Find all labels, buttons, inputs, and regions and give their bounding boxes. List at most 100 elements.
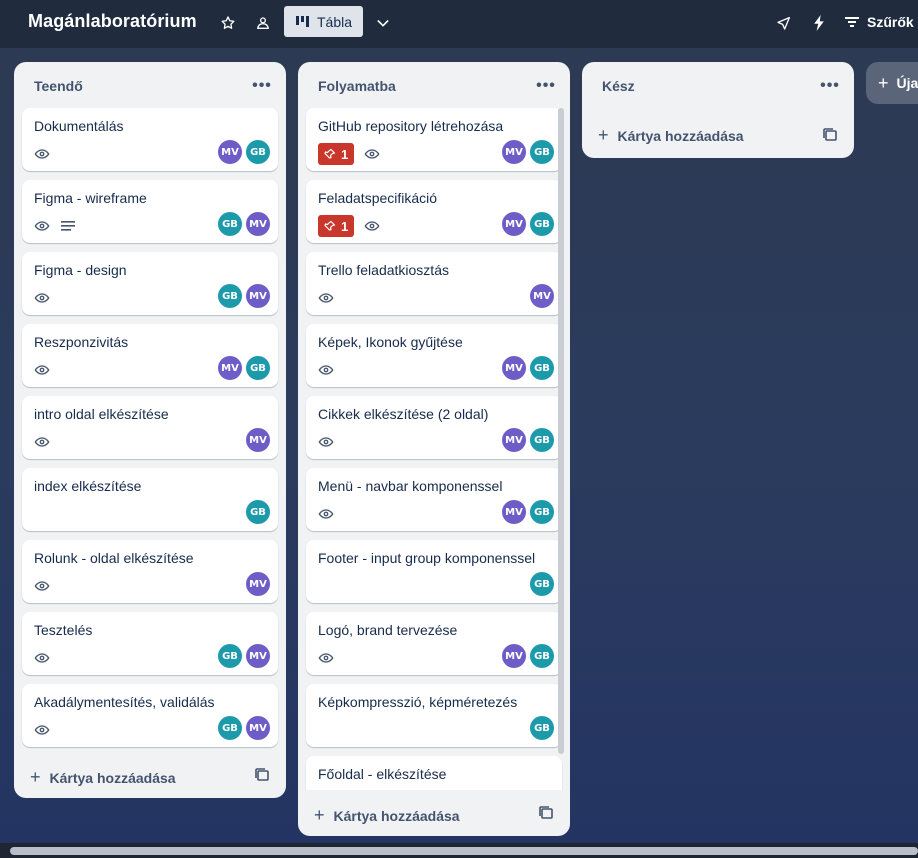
list-title[interactable]: Teendő xyxy=(34,78,83,94)
card[interactable]: Dokumentálás MV GB xyxy=(22,108,278,171)
avatar[interactable]: GB xyxy=(530,428,554,452)
card[interactable]: Footer - input group komponenssel GB xyxy=(306,540,562,603)
card-members: MV GB xyxy=(502,644,554,668)
avatar[interactable]: GB xyxy=(530,140,554,164)
avatar[interactable]: GB xyxy=(530,356,554,380)
add-card-button[interactable]: + Kártya hozzáadása xyxy=(314,805,460,826)
avatar[interactable]: GB xyxy=(218,284,242,308)
avatar[interactable]: MV xyxy=(246,212,270,236)
avatar[interactable]: MV xyxy=(502,212,526,236)
avatar[interactable]: MV xyxy=(246,572,270,596)
card-template-icon[interactable] xyxy=(822,127,838,143)
card-badges xyxy=(34,648,50,668)
avatar[interactable]: GB xyxy=(246,356,270,380)
card-members: MV GB xyxy=(502,140,554,164)
card[interactable]: Képek, Ikonok gyűjtése MV GB xyxy=(306,324,562,387)
watch-eye-icon xyxy=(34,650,50,666)
list-teendo: Teendő ••• Dokumentálás MV GB Figma - wiref… xyxy=(14,62,286,798)
card-members: GB xyxy=(246,500,270,524)
watch-eye-icon xyxy=(318,506,334,522)
card[interactable]: intro oldal elkészítése MV xyxy=(22,396,278,459)
add-card-label: Kártya hozzáadása xyxy=(333,807,460,824)
avatar[interactable]: GB xyxy=(218,716,242,740)
add-card-label: Kártya hozzáadása xyxy=(49,769,176,786)
avatar[interactable]: GB xyxy=(246,500,270,524)
avatar[interactable]: MV xyxy=(502,428,526,452)
filter-button[interactable]: Szűrők xyxy=(845,10,914,34)
avatar[interactable]: GB xyxy=(530,212,554,236)
card-title: Figma - design xyxy=(34,262,127,278)
board-title[interactable]: Magánlaboratórium xyxy=(28,11,197,32)
card-title: Feladatspecifikáció xyxy=(318,190,438,206)
card-badges xyxy=(34,576,50,596)
add-card-button[interactable]: + Kártya hozzáadása xyxy=(598,125,744,146)
card[interactable]: Feladatspecifikáció 1 MV GB xyxy=(306,180,562,243)
avatar[interactable]: MV xyxy=(218,356,242,380)
card[interactable]: Tesztelés GB MV xyxy=(22,612,278,675)
card[interactable]: Logó, brand tervezése MV GB xyxy=(306,612,562,675)
card-badges xyxy=(34,720,50,740)
board-horizontal-scrollbar[interactable] xyxy=(10,847,918,855)
avatar[interactable]: GB xyxy=(530,716,554,740)
card[interactable]: Akadálymentesítés, validálás GB MV xyxy=(22,684,278,747)
priority-badge[interactable]: 1 xyxy=(318,143,355,165)
avatar[interactable]: GB xyxy=(530,644,554,668)
workspace-icon[interactable] xyxy=(252,12,274,34)
card[interactable]: Rolunk - oldal elkészítése MV xyxy=(22,540,278,603)
card-members: GB xyxy=(530,572,554,596)
card[interactable]: Trello feladatkiosztás MV xyxy=(306,252,562,315)
add-list-label: Úja xyxy=(896,75,918,91)
avatar[interactable]: GB xyxy=(218,644,242,668)
avatar[interactable]: MV xyxy=(530,284,554,308)
card-title: Képkompresszió, képméretezés xyxy=(318,694,518,710)
avatar[interactable]: MV xyxy=(246,716,270,740)
card[interactable]: Figma - wireframe GB MV xyxy=(22,180,278,243)
list-title[interactable]: Kész xyxy=(602,78,635,94)
card-members: MV GB xyxy=(502,356,554,380)
card[interactable]: Képkompresszió, képméretezés GB xyxy=(306,684,562,747)
list-cards-scroll-area[interactable]: Folyamatba ••• GitHub repository létreho… xyxy=(298,62,570,790)
board-view-button[interactable]: Tábla xyxy=(284,6,363,37)
card-badges xyxy=(34,360,50,380)
avatar[interactable]: MV xyxy=(246,428,270,452)
card[interactable]: Menü - navbar komponenssel MV GB xyxy=(306,468,562,531)
avatar[interactable]: MV xyxy=(246,644,270,668)
power-ups-icon[interactable] xyxy=(773,12,795,34)
avatar[interactable]: MV xyxy=(246,284,270,308)
card[interactable]: Figma - design GB MV xyxy=(22,252,278,315)
card-template-icon[interactable] xyxy=(254,767,270,783)
card[interactable]: GitHub repository létrehozása 1 MV GB xyxy=(306,108,562,171)
add-card-button[interactable]: + Kártya hozzáadása xyxy=(30,767,176,788)
avatar[interactable]: GB xyxy=(530,572,554,596)
card-title: Akadálymentesítés, validálás xyxy=(34,694,215,710)
avatar[interactable]: GB xyxy=(218,212,242,236)
automation-icon[interactable] xyxy=(808,12,830,34)
priority-badge[interactable]: 1 xyxy=(318,215,355,237)
list-menu-icon[interactable]: ••• xyxy=(534,74,558,98)
avatar[interactable]: GB xyxy=(530,500,554,524)
list-scrollbar[interactable] xyxy=(558,108,564,754)
card[interactable]: Reszponzivitás MV GB xyxy=(22,324,278,387)
star-icon[interactable] xyxy=(217,12,239,34)
card-title: Dokumentálás xyxy=(34,118,124,134)
avatar[interactable]: GB xyxy=(246,140,270,164)
card-template-icon[interactable] xyxy=(538,805,554,821)
avatar[interactable]: MV xyxy=(502,644,526,668)
card[interactable]: index elkészítése GB xyxy=(22,468,278,531)
list-title[interactable]: Folyamatba xyxy=(318,78,396,94)
avatar[interactable]: MV xyxy=(502,500,526,524)
avatar[interactable]: MV xyxy=(218,140,242,164)
add-list-button[interactable]: + Úja xyxy=(866,62,918,104)
card-badges xyxy=(34,216,76,236)
card-members: MV GB xyxy=(218,356,270,380)
watch-eye-icon xyxy=(364,218,380,234)
avatar[interactable]: MV xyxy=(502,140,526,164)
list-menu-icon[interactable]: ••• xyxy=(250,74,274,98)
list-menu-icon[interactable]: ••• xyxy=(818,74,842,98)
card[interactable]: Cikkek elkészítése (2 oldal) MV GB xyxy=(306,396,562,459)
avatar[interactable]: MV xyxy=(502,356,526,380)
card[interactable]: Főoldal - elkészítése xyxy=(306,756,562,790)
watch-eye-icon xyxy=(318,362,334,378)
card-badges xyxy=(318,432,334,452)
chevron-down-icon[interactable] xyxy=(372,12,394,34)
